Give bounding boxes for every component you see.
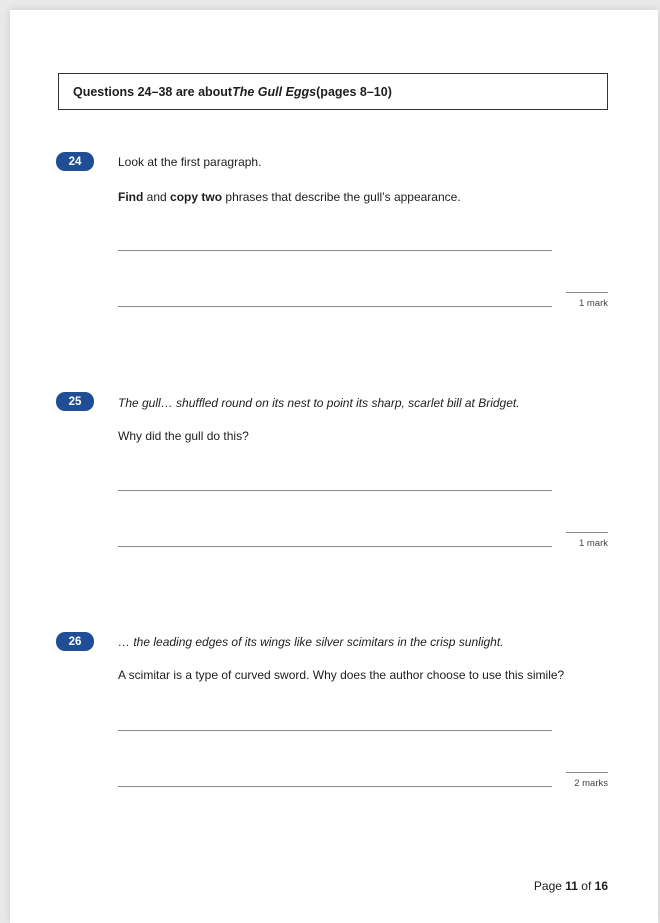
question-number-badge: 26 <box>56 632 94 651</box>
marks-label: 1 mark <box>566 292 608 309</box>
marks-label: 2 marks <box>566 772 608 789</box>
intro-prefix: Questions 24–38 are about <box>73 84 233 99</box>
exam-page: Questions 24–38 are about The Gull Eggs … <box>10 10 658 923</box>
current-page: 11 <box>565 879 578 893</box>
answer-line[interactable] <box>118 786 552 787</box>
answer-line[interactable] <box>118 250 552 251</box>
question-number-badge: 25 <box>56 392 94 411</box>
answer-line[interactable] <box>118 730 552 731</box>
page-of: of <box>577 879 595 893</box>
prompt-bold-word: Find <box>118 190 144 204</box>
intro-suffix: (pages 8–10) <box>316 84 392 99</box>
question-prompt: A scimitar is a type of curved sword. Wh… <box>118 668 565 682</box>
section-intro-box: Questions 24–38 are about The Gull Eggs … <box>58 73 608 110</box>
page-label: Page <box>533 879 566 893</box>
page-number: Page 11 of 16 <box>534 879 608 893</box>
prompt-text: phrases that describe the gull’s appeara… <box>222 190 461 204</box>
intro-story-title: The Gull Eggs <box>232 84 317 99</box>
answer-line[interactable] <box>118 490 552 491</box>
question-quote: … the leading edges of its wings like si… <box>118 635 504 649</box>
prompt-bold-word: two <box>201 190 223 204</box>
prompt-bold-word: copy <box>170 190 199 204</box>
question-prompt: Find and copy two phrases that describe … <box>118 190 461 204</box>
total-pages: 16 <box>594 879 608 893</box>
answer-line[interactable] <box>118 546 552 547</box>
question-number-badge: 24 <box>56 152 94 171</box>
marks-label: 1 mark <box>566 532 608 549</box>
question-instruction: Look at the first paragraph. <box>118 155 262 169</box>
prompt-text: and <box>143 190 171 204</box>
question-prompt: Why did the gull do this? <box>118 429 249 443</box>
answer-line[interactable] <box>118 306 552 307</box>
question-quote: The gull… shuffled round on its nest to … <box>118 396 520 410</box>
